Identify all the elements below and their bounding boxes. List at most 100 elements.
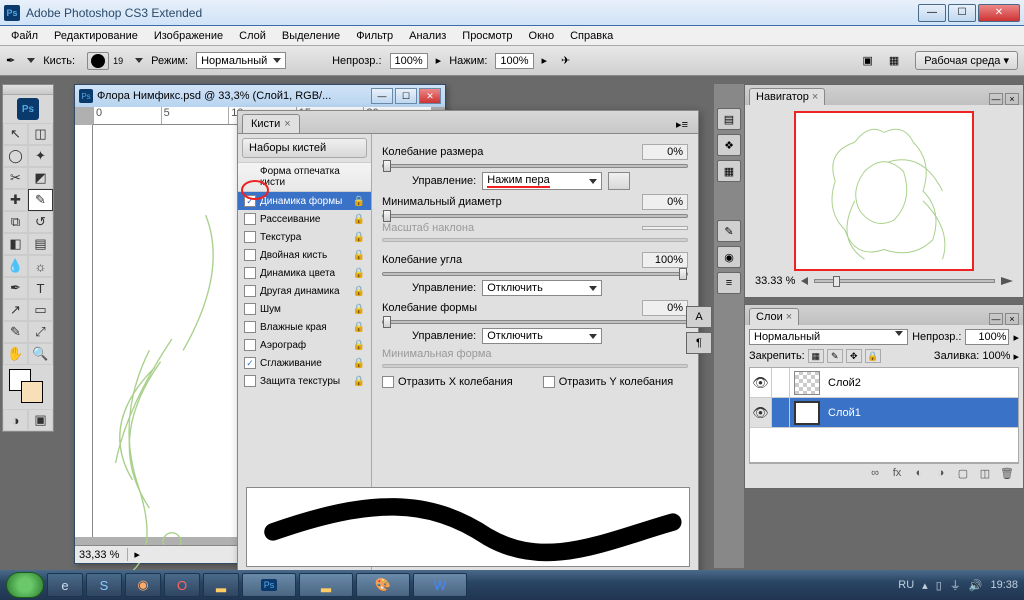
dock-icon-1[interactable]: ▤	[717, 108, 741, 130]
checkbox-icon[interactable]	[244, 267, 256, 279]
eraser-tool[interactable]: ◧	[3, 233, 28, 255]
doc-maximize-button[interactable]: ☐	[395, 88, 417, 104]
new-layer-icon[interactable]: ◫	[976, 467, 994, 481]
dodge-tool[interactable]: ☼	[28, 255, 53, 277]
heal-tool[interactable]: ✚	[3, 189, 28, 211]
checkbox-icon[interactable]	[244, 375, 256, 387]
menu-filter[interactable]: Фильтр	[349, 28, 400, 44]
brush-preset-picker[interactable]	[87, 52, 109, 70]
flow-arrow-icon[interactable]: ▸	[542, 54, 548, 67]
blend-mode-dropdown[interactable]: Нормальный	[196, 52, 286, 69]
screenmode-tool[interactable]: ▣	[28, 409, 53, 431]
close-button[interactable]: ✕	[978, 4, 1020, 22]
menu-image[interactable]: Изображение	[147, 28, 230, 44]
lock-move-icon[interactable]: ✥	[846, 349, 862, 363]
opacity-field[interactable]: 100%	[390, 53, 428, 69]
brush-setting-item[interactable]: Влажные края🔒	[238, 318, 371, 336]
size-jitter-slider[interactable]	[382, 164, 688, 168]
flipx-checkbox[interactable]: Отразить X колебания	[382, 376, 513, 388]
path-tool[interactable]: ↗	[3, 299, 28, 321]
zoom-slider[interactable]	[814, 279, 995, 283]
lasso-tool[interactable]: ◯	[3, 145, 28, 167]
layers-close-icon[interactable]: ×	[1005, 313, 1019, 325]
taskbar-ie-icon[interactable]: e	[47, 573, 83, 597]
taskbar-folder-button[interactable]: ▂	[299, 573, 353, 597]
round-jitter-slider[interactable]	[382, 320, 688, 324]
go-bridge-icon[interactable]: ▣	[862, 54, 872, 67]
layer-item[interactable]: 👁Слой2	[750, 368, 1018, 398]
angle-jitter-value[interactable]: 100%	[642, 252, 688, 268]
checkbox-icon[interactable]	[244, 357, 256, 369]
panel-min-icon[interactable]: —	[989, 93, 1003, 105]
navigator-thumbnail[interactable]	[794, 111, 974, 271]
brushes-tab[interactable]: Кисти×	[242, 114, 300, 133]
tray-flag-icon[interactable]: ▯	[936, 579, 942, 592]
dock-icon-5[interactable]: ◉	[717, 246, 741, 268]
menu-help[interactable]: Справка	[563, 28, 620, 44]
maximize-button[interactable]: ☐	[948, 4, 976, 22]
link-layers-icon[interactable]: ∞	[866, 467, 884, 481]
tray-up-icon[interactable]: ▴	[922, 579, 928, 592]
zoom-status[interactable]: 33,33 %	[79, 549, 119, 561]
checkbox-icon[interactable]	[244, 231, 256, 243]
visibility-icon[interactable]: 👁	[750, 398, 772, 427]
taskbar-skype-icon[interactable]: S	[86, 573, 122, 597]
color-swatches[interactable]	[3, 365, 53, 409]
panel-menu-icon[interactable]: ▸≡	[670, 116, 694, 133]
dock-icon-2[interactable]: ❖	[717, 134, 741, 156]
tray-clock[interactable]: 19:38	[990, 579, 1018, 591]
notes-tool[interactable]: ✎	[3, 321, 28, 343]
brush-setting-item[interactable]: Защита текстуры🔒	[238, 372, 371, 390]
eyedropper-tool[interactable]: ⤢	[28, 321, 53, 343]
control2-dropdown[interactable]: Отключить	[482, 280, 602, 296]
control3-dropdown[interactable]: Отключить	[482, 328, 602, 344]
doc-minimize-button[interactable]: —	[371, 88, 393, 104]
layer-item[interactable]: 👁Слой1	[750, 398, 1018, 428]
checkbox-icon[interactable]	[244, 213, 256, 225]
lock-all-icon[interactable]: 🔒	[865, 349, 881, 363]
min-diameter-value[interactable]: 0%	[642, 194, 688, 210]
checkbox-icon[interactable]	[244, 339, 256, 351]
brush-setting-item[interactable]: Другая динамика🔒	[238, 282, 371, 300]
angle-jitter-slider[interactable]	[382, 272, 688, 276]
history-brush-tool[interactable]: ↺	[28, 211, 53, 233]
adj-icon[interactable]: ◑	[932, 467, 950, 481]
visibility-icon[interactable]: 👁	[750, 368, 772, 397]
close-tab-icon[interactable]: ×	[284, 118, 290, 130]
navigator-tab[interactable]: Навигатор×	[749, 88, 825, 105]
dock-icon-3[interactable]: ▦	[717, 160, 741, 182]
brush-setting-item[interactable]: Динамика формы🔒	[238, 192, 371, 210]
type-tool[interactable]: T	[28, 277, 53, 299]
brush-setting-item[interactable]: Сглаживание🔒	[238, 354, 371, 372]
checkbox-icon[interactable]	[244, 303, 256, 315]
layers-min-icon[interactable]: —	[989, 313, 1003, 325]
tray-net-icon[interactable]: ⏚	[950, 577, 961, 593]
document-titlebar[interactable]: Ps Флора Нимфикс.psd @ 33,3% (Слой1, RGB…	[75, 85, 445, 107]
brush-setting-item[interactable]: Текстура🔒	[238, 228, 371, 246]
taskbar-paint-button[interactable]: 🎨	[356, 573, 410, 597]
layers-tab[interactable]: Слои×	[749, 308, 799, 325]
brush-setting-item[interactable]: Двойная кисть🔒	[238, 246, 371, 264]
zoom-in-icon[interactable]	[1001, 277, 1013, 285]
taskbar-opera-icon[interactable]: O	[164, 573, 200, 597]
checkbox-icon[interactable]	[244, 249, 256, 261]
min-diameter-slider[interactable]	[382, 214, 688, 218]
slice-tool[interactable]: ◩	[28, 167, 53, 189]
zoom-tool[interactable]: 🔍	[28, 343, 53, 365]
move-tool[interactable]: ↖	[3, 123, 28, 145]
control-action-button[interactable]	[608, 172, 630, 190]
crop-tool[interactable]: ✂	[3, 167, 28, 189]
ruler-vertical[interactable]	[75, 125, 93, 537]
lock-paint-icon[interactable]: ✎	[827, 349, 843, 363]
taskbar-word-button[interactable]: W	[413, 573, 467, 597]
menu-edit[interactable]: Редактирование	[47, 28, 145, 44]
menu-select[interactable]: Выделение	[275, 28, 347, 44]
dock-icon-6[interactable]: ≡	[717, 272, 741, 294]
opacity-arrow-icon[interactable]: ▸	[436, 54, 442, 67]
blur-tool[interactable]: 💧	[3, 255, 28, 277]
taskbar-explorer-icon[interactable]: ▂	[203, 573, 239, 597]
size-jitter-value[interactable]: 0%	[642, 144, 688, 160]
zoom-out-icon[interactable]	[801, 277, 808, 285]
checkbox-icon[interactable]	[244, 195, 256, 207]
panel-close-icon[interactable]: ×	[1005, 93, 1019, 105]
